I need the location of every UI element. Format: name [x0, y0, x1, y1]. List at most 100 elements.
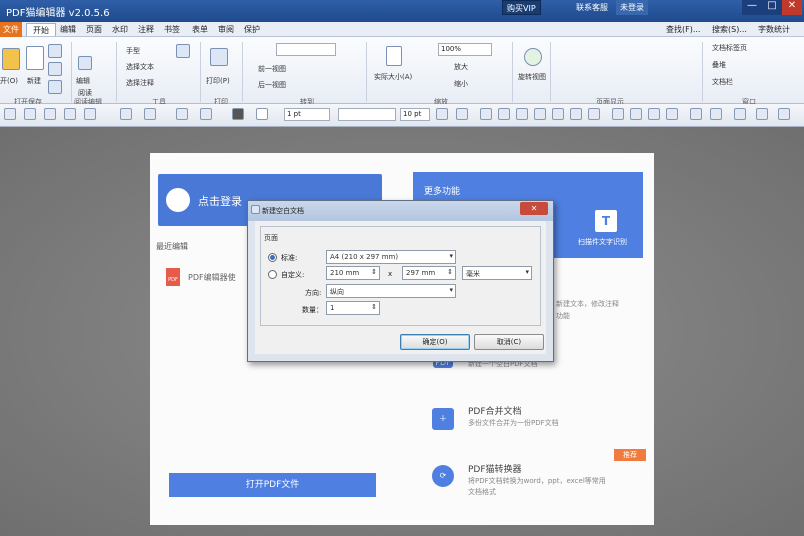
- bold-icon[interactable]: [480, 108, 492, 120]
- tab-watermark[interactable]: 水印: [106, 23, 134, 36]
- globe-icon[interactable]: [48, 44, 62, 58]
- tab-form[interactable]: 表单: [186, 23, 214, 36]
- next-view-button[interactable]: 后一视图: [258, 80, 286, 90]
- zoom-select[interactable]: 100%: [438, 43, 492, 56]
- actual-size-button[interactable]: 实际大小(A): [374, 72, 412, 82]
- convert-icon[interactable]: ⟳: [432, 465, 454, 487]
- tab-edit[interactable]: 编辑: [54, 23, 82, 36]
- font-family-select[interactable]: [338, 108, 396, 121]
- count-input[interactable]: 1: [326, 301, 380, 315]
- divider: [242, 42, 243, 102]
- page-icon[interactable]: [84, 108, 96, 120]
- width-input[interactable]: 210 mm: [326, 266, 380, 280]
- page-number-input[interactable]: [276, 43, 336, 56]
- convert-title[interactable]: PDF猫转换器: [468, 462, 522, 475]
- custom-radio[interactable]: [268, 270, 277, 279]
- subscript-icon[interactable]: [570, 108, 582, 120]
- line-spacing-icon[interactable]: [690, 108, 702, 120]
- zoom-in-button[interactable]: 放大: [454, 62, 468, 72]
- unit-select[interactable]: 毫米: [462, 266, 532, 280]
- orientation-select[interactable]: 纵向: [326, 284, 456, 298]
- ok-button[interactable]: 确定(O): [400, 334, 470, 350]
- minimize-button[interactable]: —: [742, 0, 762, 15]
- actual-size-icon[interactable]: [386, 46, 402, 66]
- save-as-icon[interactable]: [48, 80, 62, 94]
- redo-icon[interactable]: [200, 108, 212, 120]
- italic-icon[interactable]: [498, 108, 510, 120]
- tab-review[interactable]: 审阅: [212, 23, 240, 36]
- zoom-out-button[interactable]: 缩小: [454, 79, 468, 89]
- stack-button[interactable]: 叠堆: [712, 60, 726, 70]
- font-size-select[interactable]: 10 pt: [400, 108, 430, 121]
- scan-icon[interactable]: [144, 108, 156, 120]
- pdf-file-icon: PDF: [166, 268, 180, 286]
- login-label[interactable]: 点击登录: [198, 193, 242, 209]
- doc-tabs-button[interactable]: 文档标签页: [712, 43, 747, 53]
- maximize-button[interactable]: □: [762, 0, 782, 15]
- cancel-button[interactable]: 取消(C): [474, 334, 544, 350]
- stroke-width-select[interactable]: 1 pt: [284, 108, 330, 121]
- recent-file-item[interactable]: PDF编辑器使: [188, 272, 236, 283]
- align-left-icon[interactable]: [612, 108, 624, 120]
- find-button[interactable]: 查找(F)...: [660, 23, 706, 36]
- select-text-tool[interactable]: 选择文本: [126, 62, 154, 72]
- stroke-color-icon[interactable]: [256, 108, 268, 120]
- prev-view-button[interactable]: 前一视图: [258, 64, 286, 74]
- justify-icon[interactable]: [666, 108, 678, 120]
- indent-icon[interactable]: [710, 108, 722, 120]
- font-grow-icon[interactable]: [436, 108, 448, 120]
- tab-bookmark[interactable]: 书签: [158, 23, 186, 36]
- divider: [702, 42, 703, 102]
- new-document-icon[interactable]: [26, 46, 44, 70]
- align-right-icon[interactable]: [648, 108, 660, 120]
- hand-tool[interactable]: 手型: [126, 46, 140, 56]
- text-color-icon[interactable]: [588, 108, 600, 120]
- tab-page[interactable]: 页面: [80, 23, 108, 36]
- strikethrough-icon[interactable]: [534, 108, 546, 120]
- ocr-icon[interactable]: T: [595, 210, 617, 232]
- close-window-button[interactable]: ✕: [782, 0, 802, 15]
- ocr-label[interactable]: 扫描件文字识别: [578, 237, 627, 247]
- underline-icon[interactable]: [516, 108, 528, 120]
- open-pdf-button[interactable]: 打开PDF文件: [169, 473, 376, 497]
- contact-service-button[interactable]: 联系客服: [572, 0, 612, 15]
- save-icon[interactable]: [44, 108, 56, 120]
- search-button[interactable]: 搜索(S)...: [706, 23, 753, 36]
- superscript-icon[interactable]: [552, 108, 564, 120]
- standard-radio[interactable]: [268, 253, 277, 262]
- tab-protect[interactable]: 保护: [238, 23, 266, 36]
- select-note-tool[interactable]: 选择注释: [126, 78, 154, 88]
- undo-icon[interactable]: [176, 108, 188, 120]
- fill-color-icon[interactable]: [232, 108, 244, 120]
- doc-bar-button[interactable]: 文档栏: [712, 77, 733, 87]
- login-status-button[interactable]: 未登录: [616, 0, 648, 15]
- convert-desc-2: 文档格式: [468, 488, 496, 496]
- font-shrink-icon[interactable]: [456, 108, 468, 120]
- open-icon[interactable]: [24, 108, 36, 120]
- camera-icon[interactable]: [176, 44, 190, 58]
- text-box-icon[interactable]: [756, 108, 768, 120]
- save-icon[interactable]: [48, 62, 62, 76]
- merge-icon[interactable]: ＋: [432, 408, 454, 430]
- compile-icon[interactable]: [78, 56, 92, 70]
- dialog-close-button[interactable]: ✕: [520, 202, 548, 215]
- word-count-button[interactable]: 字数统计: [752, 23, 796, 36]
- tab-comment[interactable]: 注释: [132, 23, 160, 36]
- save-all-icon[interactable]: [64, 108, 76, 120]
- merge-title[interactable]: PDF合并文档: [468, 404, 522, 417]
- print-icon[interactable]: [120, 108, 132, 120]
- printer-icon[interactable]: [210, 48, 228, 66]
- open-folder-icon[interactable]: [2, 48, 20, 70]
- standard-size-select[interactable]: A4 (210 x 297 mm): [326, 250, 456, 264]
- char-spacing-icon[interactable]: [734, 108, 746, 120]
- orientation-label: 方向:: [305, 289, 322, 297]
- new-icon[interactable]: [4, 108, 16, 120]
- height-input[interactable]: 297 mm: [402, 266, 456, 280]
- more-icon[interactable]: [778, 108, 790, 120]
- rotate-view-button[interactable]: 旋转视图: [518, 72, 546, 82]
- buy-vip-button[interactable]: 购买VIP: [502, 0, 541, 15]
- file-menu[interactable]: 文件: [0, 22, 22, 37]
- tab-start[interactable]: 开始: [26, 23, 56, 36]
- align-center-icon[interactable]: [630, 108, 642, 120]
- rotate-icon[interactable]: [524, 48, 542, 66]
